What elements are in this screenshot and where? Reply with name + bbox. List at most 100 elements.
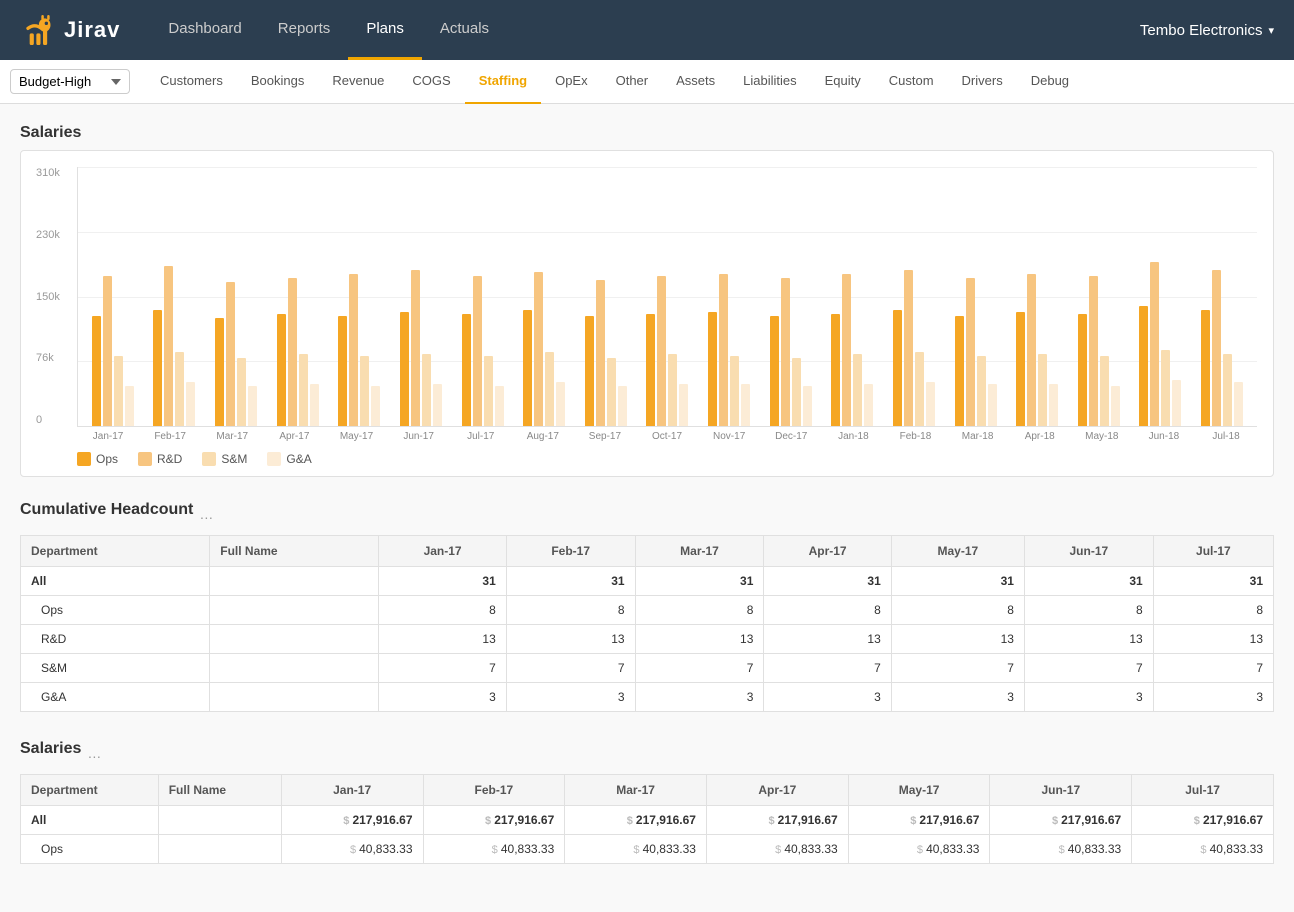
company-selector[interactable]: Tembo Electronics ▾	[1140, 22, 1274, 39]
month-bars-9	[637, 276, 699, 426]
tab-equity[interactable]: Equity	[811, 60, 875, 104]
x-label-14: Mar-18	[947, 431, 1009, 442]
table-cell	[158, 835, 281, 864]
bar-bar-ga-18	[1234, 382, 1243, 426]
month-bars-0	[82, 276, 144, 426]
table-cell: 7	[379, 654, 506, 683]
month-bars-17	[1130, 262, 1192, 426]
tab-customers[interactable]: Customers	[146, 60, 237, 104]
bar-bar-rd-8	[596, 280, 605, 426]
salaries-chart-title: Salaries	[20, 124, 1274, 142]
nav-plans[interactable]: Plans	[348, 0, 422, 60]
salaries-dots: …	[87, 745, 101, 761]
bar-bar-sm-2	[237, 358, 246, 426]
headcount-table: Department Full Name Jan-17 Feb-17 Mar-1…	[20, 535, 1274, 712]
legend-label-ops: Ops	[96, 452, 118, 466]
bar-bar-ga-13	[926, 382, 935, 426]
month-bars-16	[1068, 276, 1130, 426]
tab-assets[interactable]: Assets	[662, 60, 729, 104]
bar-bar-sm-6	[484, 356, 493, 426]
bar-bar-ga-15	[1049, 384, 1058, 426]
x-label-10: Nov-17	[698, 431, 760, 442]
headcount-dots: …	[199, 506, 213, 522]
tab-drivers[interactable]: Drivers	[948, 60, 1017, 104]
tab-bookings[interactable]: Bookings	[237, 60, 318, 104]
tab-other[interactable]: Other	[602, 60, 663, 104]
table-cell: 13	[506, 625, 635, 654]
salaries-chart: 310k 230k 150k 76k 0 Jan-17Feb-17Mar-17A…	[20, 150, 1274, 477]
bar-bar-ga-8	[618, 386, 627, 426]
tab-revenue[interactable]: Revenue	[318, 60, 398, 104]
bar-bar-ga-7	[556, 382, 565, 426]
month-bars-5	[390, 270, 452, 426]
bar-bar-sm-16	[1100, 356, 1109, 426]
bar-bar-rd-17	[1150, 262, 1159, 426]
tab-cogs[interactable]: COGS	[398, 60, 464, 104]
nav-actuals[interactable]: Actuals	[422, 0, 507, 60]
table-cell: 13	[764, 625, 891, 654]
month-bars-13	[883, 270, 945, 426]
bar-bar-rd-12	[842, 274, 851, 426]
table-cell: $ 40,833.33	[281, 835, 423, 864]
table-cell: 3	[506, 683, 635, 712]
legend-label-sm: S&M	[221, 452, 247, 466]
table-cell: 13	[635, 625, 764, 654]
tab-debug[interactable]: Debug	[1017, 60, 1083, 104]
legend-ops: Ops	[77, 452, 118, 466]
bar-bar-rd-14	[966, 278, 975, 426]
tab-custom[interactable]: Custom	[875, 60, 948, 104]
x-label-9: Oct-17	[636, 431, 698, 442]
table-cell: $ 40,833.33	[423, 835, 565, 864]
legend-ga: G&A	[267, 452, 311, 466]
bar-bar-rd-2	[226, 282, 235, 426]
bar-bar-rd-9	[657, 276, 666, 426]
bar-bar-ops-15	[1016, 312, 1025, 426]
x-label-5: Jun-17	[388, 431, 450, 442]
bar-bar-sm-17	[1161, 350, 1170, 426]
month-bars-2	[205, 282, 267, 426]
table-cell: 31	[506, 567, 635, 596]
chart-x-labels: Jan-17Feb-17Mar-17Apr-17May-17Jun-17Jul-…	[77, 431, 1257, 442]
col-fullname: Full Name	[210, 536, 379, 567]
legend-rd: R&D	[138, 452, 182, 466]
x-label-17: Jun-18	[1133, 431, 1195, 442]
tab-opex[interactable]: OpEx	[541, 60, 602, 104]
month-bars-12	[822, 274, 884, 426]
bar-bar-ops-13	[893, 310, 902, 426]
bar-bar-ops-14	[955, 316, 964, 426]
table-cell: 31	[1024, 567, 1153, 596]
bar-bar-sm-13	[915, 352, 924, 426]
budget-select[interactable]: Budget-High Budget-Low Budget-Mid	[10, 69, 130, 94]
table-cell: R&D	[21, 625, 210, 654]
table-cell: $ 40,833.33	[706, 835, 848, 864]
col-may17: May-17	[891, 536, 1024, 567]
bar-bar-ga-16	[1111, 386, 1120, 426]
month-bars-10	[698, 274, 760, 426]
col-jan17: Jan-17	[379, 536, 506, 567]
table-cell: 31	[379, 567, 506, 596]
table-cell: $ 217,916.67	[423, 806, 565, 835]
bar-bar-ops-9	[646, 314, 655, 426]
bar-bar-rd-7	[534, 272, 543, 426]
x-label-16: May-18	[1071, 431, 1133, 442]
table-cell: 3	[1153, 683, 1273, 712]
sal-col-jun17: Jun-17	[990, 775, 1132, 806]
nav-links: Dashboard Reports Plans Actuals	[150, 0, 507, 60]
headcount-section: Cumulative Headcount … Department Full N…	[20, 501, 1274, 712]
sal-col-may17: May-17	[848, 775, 990, 806]
table-row: Ops$ 40,833.33$ 40,833.33$ 40,833.33$ 40…	[21, 835, 1274, 864]
bar-bar-ops-18	[1201, 310, 1210, 426]
top-nav: Jirav Dashboard Reports Plans Actuals Te…	[0, 0, 1294, 60]
table-cell: All	[21, 806, 159, 835]
bar-bar-ops-4	[338, 316, 347, 426]
tab-staffing[interactable]: Staffing	[465, 60, 541, 104]
col-jul17: Jul-17	[1153, 536, 1273, 567]
tab-liabilities[interactable]: Liabilities	[729, 60, 810, 104]
bar-bar-rd-16	[1089, 276, 1098, 426]
bar-bar-sm-10	[730, 356, 739, 426]
nav-dashboard[interactable]: Dashboard	[150, 0, 259, 60]
bar-bar-ops-16	[1078, 314, 1087, 426]
bar-bar-ga-3	[310, 384, 319, 426]
logo[interactable]: Jirav	[20, 10, 120, 50]
nav-reports[interactable]: Reports	[260, 0, 349, 60]
